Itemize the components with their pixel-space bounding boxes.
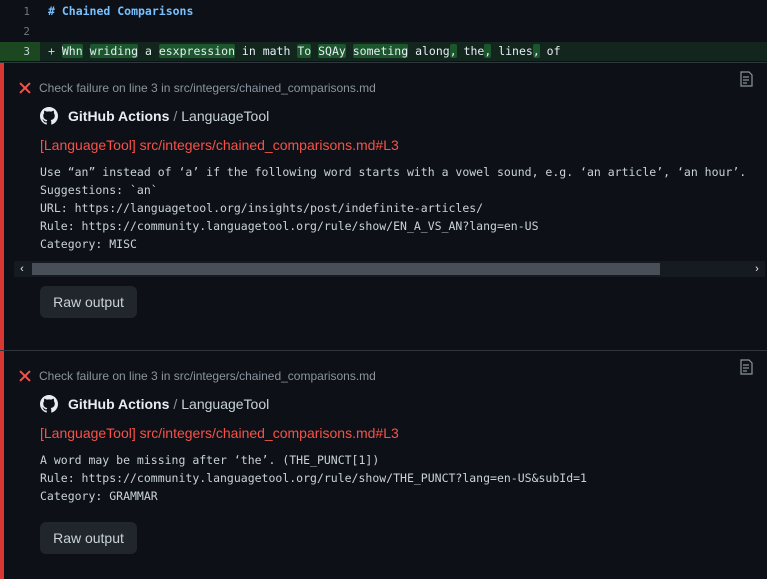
x-icon bbox=[19, 370, 31, 382]
horizontal-scrollbar[interactable]: ‹ › bbox=[14, 261, 765, 277]
source-tool: LanguageTool bbox=[181, 396, 270, 412]
code-text: in math bbox=[235, 44, 298, 58]
annotation-title: [LanguageTool] src/integers/chained_comp… bbox=[40, 425, 399, 441]
source-separator: / bbox=[173, 396, 178, 412]
diff-line-3-added: 3 + Whn wriding a esxpression in math To… bbox=[0, 42, 767, 61]
spelling-highlight: To bbox=[297, 44, 312, 58]
source-tool: LanguageTool bbox=[181, 108, 270, 124]
annotation-2: Check failure on line 3 in src/integers/… bbox=[0, 351, 767, 579]
github-icon bbox=[40, 395, 58, 413]
scroll-right-icon[interactable]: › bbox=[749, 261, 765, 277]
source-app: GitHub Actions bbox=[68, 396, 170, 412]
file-icon[interactable] bbox=[739, 71, 753, 87]
failure-bar bbox=[0, 351, 4, 579]
x-icon bbox=[19, 82, 31, 94]
diff-line-2: 2 bbox=[0, 22, 767, 41]
code-text: the bbox=[456, 44, 485, 58]
annotation-source: GitHub Actions / LanguageTool bbox=[40, 107, 269, 125]
diff-plus-marker: + bbox=[48, 44, 62, 58]
spelling-highlight: , bbox=[532, 44, 540, 58]
line-code: # Chained Comparisons bbox=[48, 4, 194, 18]
annotation-message: Use “an” instead of ‘a’ if the following… bbox=[40, 165, 747, 251]
line-number[interactable]: 1 bbox=[0, 2, 40, 21]
scroll-left-icon[interactable]: ‹ bbox=[14, 261, 30, 277]
raw-output-button[interactable]: Raw output bbox=[40, 522, 137, 554]
raw-output-button[interactable]: Raw output bbox=[40, 286, 137, 318]
source-app: GitHub Actions bbox=[68, 108, 170, 124]
annotation-header: Check failure on line 3 in src/integers/… bbox=[19, 81, 376, 95]
spelling-highlight: esxpression bbox=[158, 44, 235, 58]
spelling-highlight: someting bbox=[352, 44, 409, 58]
file-icon[interactable] bbox=[739, 359, 753, 375]
code-text: a bbox=[138, 44, 159, 58]
code-text: lines bbox=[491, 44, 533, 58]
line-number[interactable]: 3 bbox=[0, 42, 40, 61]
code-text: along bbox=[408, 44, 450, 58]
failure-bar bbox=[0, 63, 4, 350]
annotation-header: Check failure on line 3 in src/integers/… bbox=[19, 369, 376, 383]
annotation-header-text: Check failure on line 3 in src/integers/… bbox=[39, 369, 376, 383]
source-separator: / bbox=[173, 108, 178, 124]
annotation-header-text: Check failure on line 3 in src/integers/… bbox=[39, 81, 376, 95]
github-icon bbox=[40, 107, 58, 125]
line-number[interactable]: 2 bbox=[0, 22, 40, 41]
spelling-highlight: , bbox=[449, 44, 457, 58]
code-text: of bbox=[539, 44, 561, 58]
spelling-highlight: Whn bbox=[61, 44, 83, 58]
diff-view: 1 # Chained Comparisons 2 3 + Whn wridin… bbox=[0, 0, 767, 62]
line-code: + Whn wriding a esxpression in math To S… bbox=[48, 42, 561, 61]
annotation-title: [LanguageTool] src/integers/chained_comp… bbox=[40, 137, 399, 153]
annotation-source: GitHub Actions / LanguageTool bbox=[40, 395, 269, 413]
spelling-highlight: wriding bbox=[89, 44, 139, 58]
annotation-message: A word may be missing after ‘the’. (THE_… bbox=[40, 453, 587, 503]
annotation-1: Check failure on line 3 in src/integers/… bbox=[0, 63, 767, 350]
spelling-highlight: SQAy bbox=[318, 44, 346, 58]
diff-line-1: 1 # Chained Comparisons bbox=[0, 2, 767, 21]
scroll-thumb[interactable] bbox=[32, 263, 660, 275]
